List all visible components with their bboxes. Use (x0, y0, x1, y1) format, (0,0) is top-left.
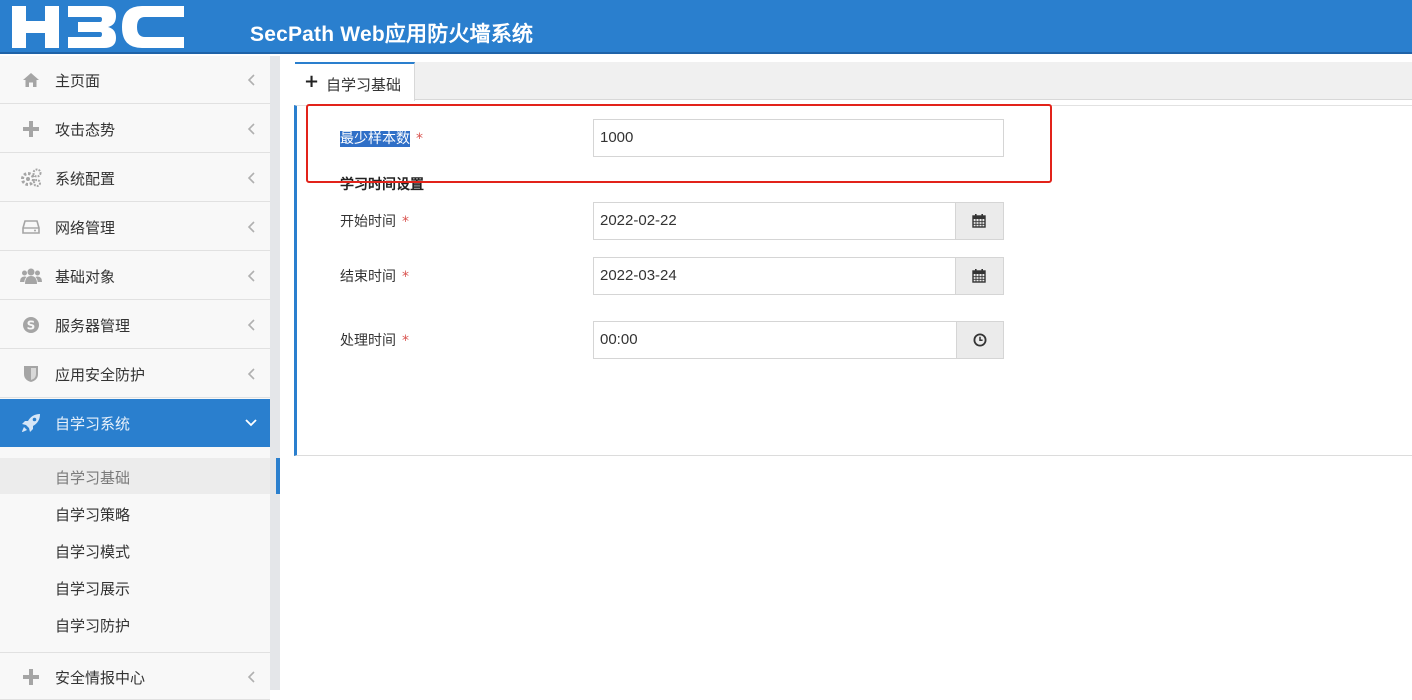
sidebar-item-label: 主页面 (55, 72, 101, 90)
process-time-label-text: 处理时间 (340, 333, 396, 349)
sidebar-item-label: 基础对象 (55, 268, 116, 286)
shield-icon (20, 363, 42, 385)
sidebar-item-app-security[interactable]: 应用安全防护 (0, 350, 270, 398)
required-asterisk: * (402, 269, 409, 285)
end-time-calendar-button[interactable] (956, 257, 1004, 295)
submenu-item-label: 自学习展示 (55, 580, 131, 598)
submenu-item-label: 自学习防护 (55, 617, 131, 635)
annotation-highlight-box (306, 104, 1052, 183)
sidebar-scrollbar[interactable] (270, 56, 280, 690)
start-time-input[interactable]: 2022-02-22 (593, 202, 956, 240)
submenu-item-label: 自学习模式 (55, 543, 131, 561)
sidebar-item-label: 系统配置 (55, 170, 116, 188)
sidebar-item-label: 自学习系统 (55, 415, 131, 433)
end-time-input[interactable]: 2022-03-24 (593, 257, 956, 295)
submenu-active-indicator (276, 458, 280, 494)
skype-icon: S (20, 314, 42, 336)
hdd-icon (20, 216, 42, 238)
sidebar-item-home[interactable]: 主页面 (0, 56, 270, 104)
gears-icon (20, 167, 42, 189)
sidebar-item-threat-intel[interactable]: 安全情报中心 (0, 652, 270, 700)
chevron-down-icon (245, 419, 257, 427)
submenu-item-learning-protection[interactable]: 自学习防护 (0, 606, 270, 642)
calendar-icon (972, 214, 986, 228)
sidebar-item-label: 服务器管理 (55, 317, 131, 335)
start-time-label-text: 开始时间 (340, 214, 396, 230)
clock-icon (973, 333, 987, 347)
chevron-left-icon (247, 123, 255, 135)
submenu-item-label: 自学习基础 (55, 469, 131, 487)
chevron-left-icon (247, 319, 255, 331)
calendar-icon (972, 269, 986, 283)
required-asterisk: * (402, 214, 409, 230)
chevron-left-icon (247, 671, 255, 683)
start-time-label: 开始时间 * (340, 211, 409, 231)
sidebar-item-label: 安全情报中心 (55, 669, 146, 687)
plus-icon (20, 666, 42, 688)
self-learning-submenu: 自学习基础 自学习策略 自学习模式 自学习展示 自学习防护 (0, 448, 270, 652)
chevron-left-icon (247, 270, 255, 282)
tab-label: 自学习基础 (326, 76, 402, 94)
required-asterisk: * (402, 333, 409, 349)
svg-text:S: S (27, 319, 36, 333)
submenu-item-learning-policy[interactable]: 自学习策略 (0, 495, 270, 531)
chevron-left-icon (247, 172, 255, 184)
start-time-calendar-button[interactable] (956, 202, 1004, 240)
sidebar-item-base-objects[interactable]: 基础对象 (0, 252, 270, 300)
sidebar-item-attack-situation[interactable]: 攻击态势 (0, 105, 270, 153)
submenu-item-label: 自学习策略 (55, 506, 131, 524)
plus-icon: + (304, 71, 320, 92)
sidebar-item-self-learning[interactable]: 自学习系统 (0, 399, 270, 447)
plus-icon (20, 118, 42, 140)
sidebar-item-label: 攻击态势 (55, 121, 116, 139)
submenu-item-learning-basics[interactable]: 自学习基础 (0, 458, 270, 494)
home-icon (20, 69, 42, 91)
app-title: SecPath Web应用防火墙系统 (250, 23, 534, 46)
sidebar-item-server-mgmt[interactable]: S 服务器管理 (0, 301, 270, 349)
h3c-logo (12, 6, 184, 48)
end-time-label: 结束时间 * (340, 266, 409, 286)
sidebar-item-network[interactable]: 网络管理 (0, 203, 270, 251)
rocket-icon (20, 412, 42, 434)
chevron-left-icon (247, 368, 255, 380)
sidebar-item-label: 应用安全防护 (55, 366, 146, 384)
submenu-item-learning-display[interactable]: 自学习展示 (0, 569, 270, 605)
tab-learning-basics[interactable]: + 自学习基础 (295, 62, 415, 101)
process-time-clock-button[interactable] (957, 321, 1004, 359)
sidebar-item-system-config[interactable]: 系统配置 (0, 154, 270, 202)
submenu-item-learning-mode[interactable]: 自学习模式 (0, 532, 270, 568)
chevron-left-icon (247, 74, 255, 86)
top-header: SecPath Web应用防火墙系统 (0, 0, 1412, 54)
sidebar-item-label: 网络管理 (55, 219, 116, 237)
process-time-label: 处理时间 * (340, 330, 409, 350)
users-icon (20, 265, 42, 287)
tab-bar: + 自学习基础 (295, 62, 1412, 101)
process-time-input[interactable]: 00:00 (593, 321, 957, 359)
chevron-left-icon (247, 221, 255, 233)
end-time-label-text: 结束时间 (340, 269, 396, 285)
